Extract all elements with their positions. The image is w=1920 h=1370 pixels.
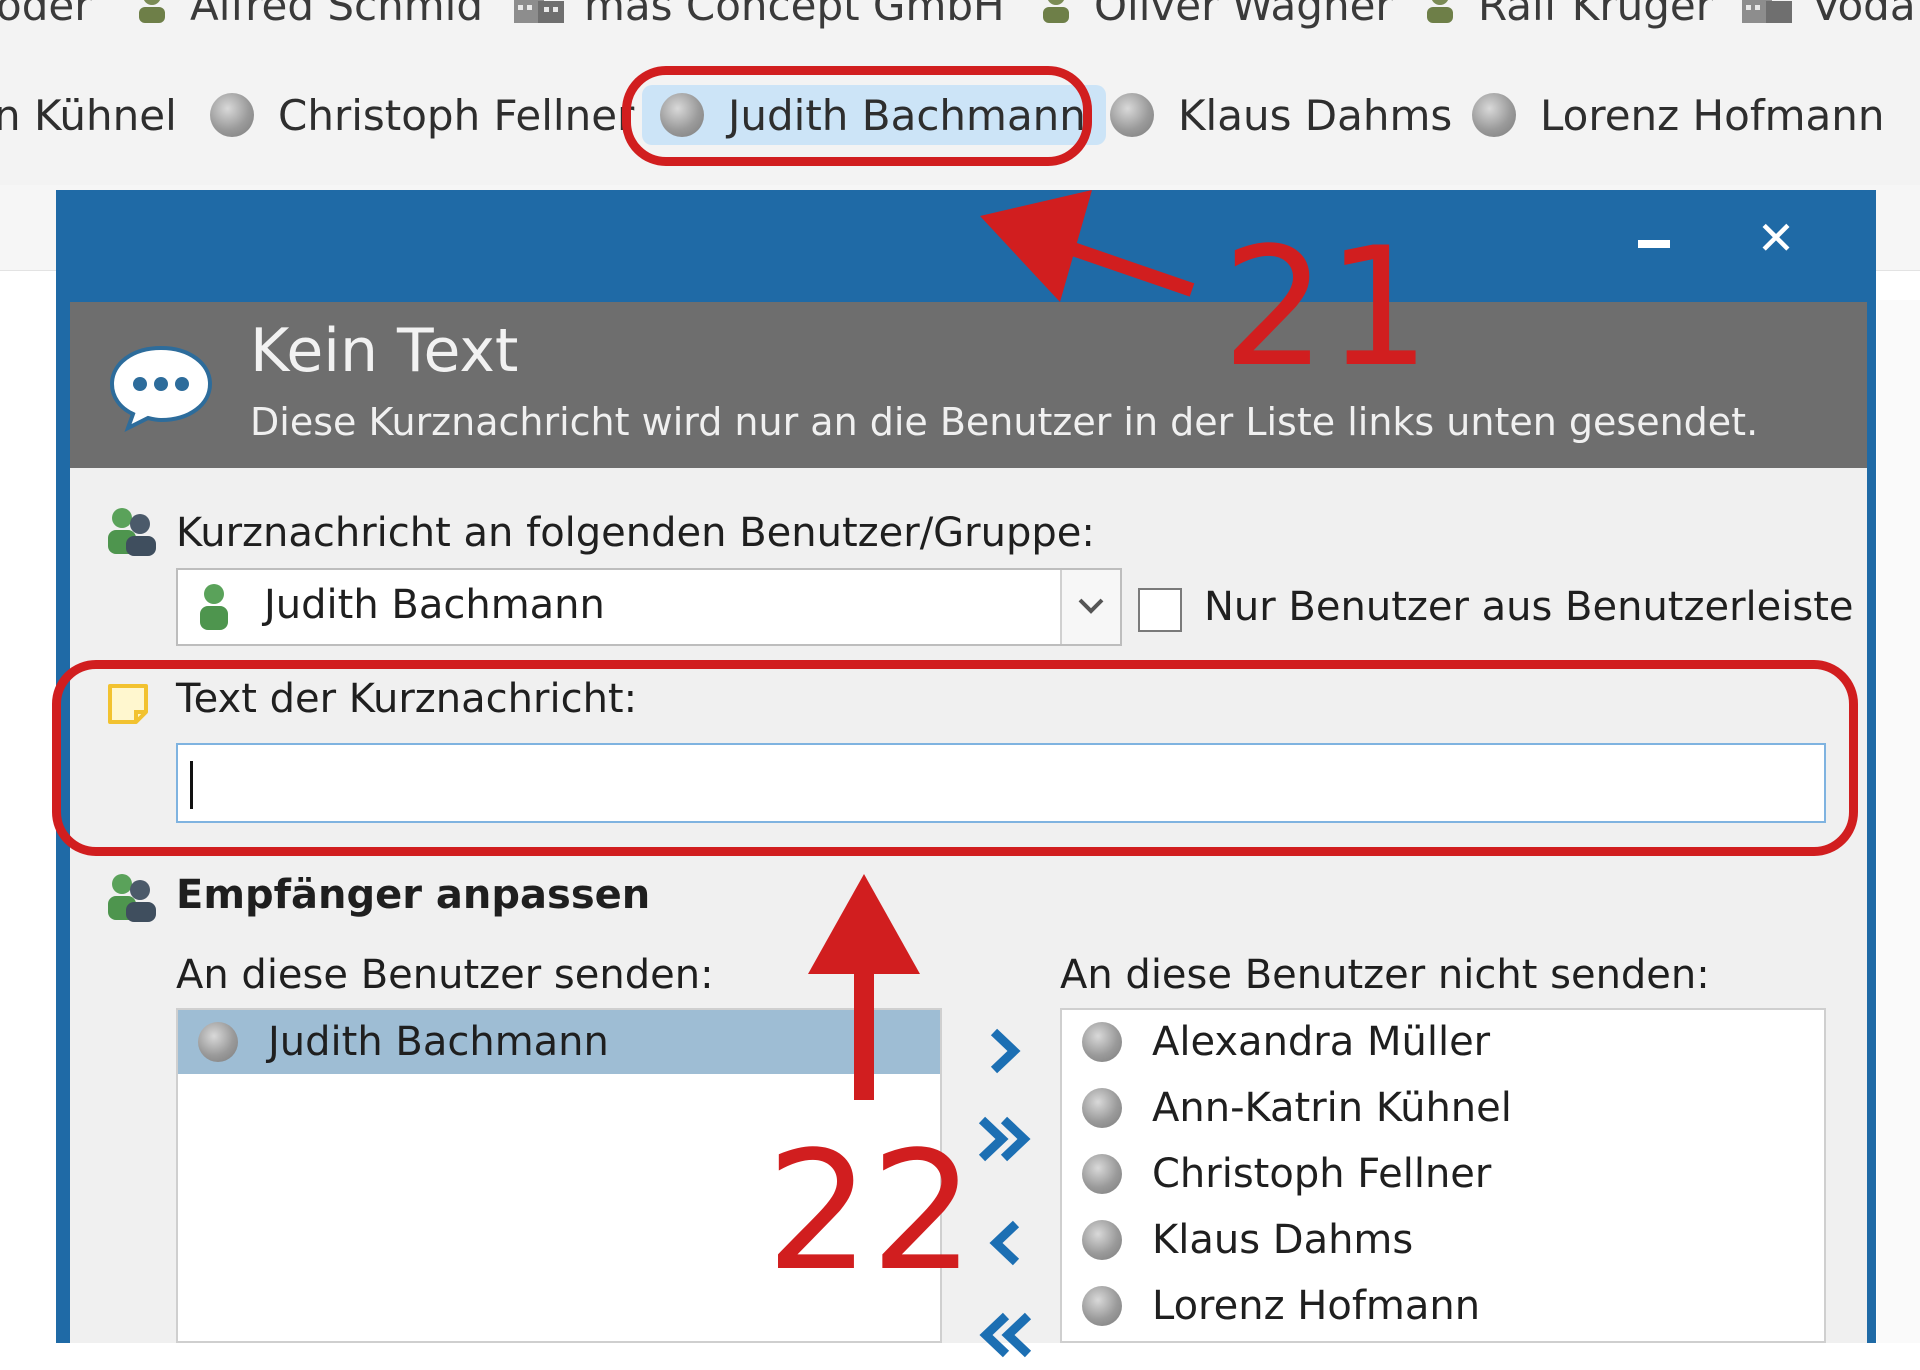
- dropdown-button[interactable]: [1060, 570, 1120, 644]
- list-item[interactable]: Ann-Katrin Kühnel: [1062, 1076, 1512, 1140]
- callout-number-22: 22: [766, 1116, 975, 1307]
- move-left-button[interactable]: [970, 1208, 1040, 1278]
- contact-item[interactable]: mas Concept GmbH: [512, 0, 1005, 30]
- chevron-down-icon: [1078, 598, 1104, 614]
- status-dot-icon: [1082, 1154, 1122, 1194]
- only-userbar-label[interactable]: Nur Benutzer aus Benutzerleiste: [1204, 584, 1854, 630]
- person-icon: [1043, 0, 1069, 23]
- list-item[interactable]: Lorenz Hofmann: [1062, 1274, 1480, 1338]
- building-icon: [1742, 0, 1792, 23]
- status-dot-icon: [210, 93, 254, 137]
- only-userbar-checkbox[interactable]: [1138, 588, 1182, 632]
- user-bar-item[interactable]: Klaus Dahms: [1110, 85, 1452, 145]
- recipient-label: Kurznachricht an folgenden Benutzer/Grup…: [176, 510, 1095, 556]
- person-icon: [1427, 0, 1453, 23]
- move-all-left-button[interactable]: [970, 1300, 1040, 1370]
- close-icon[interactable]: ✕: [1746, 208, 1806, 268]
- dialog-subtitle: Diese Kurznachricht wird nur an die Benu…: [250, 400, 1759, 444]
- highlight-userbar-selection: [622, 66, 1092, 166]
- contact-item[interactable]: Voda: [1740, 0, 1916, 30]
- person-icon: [139, 0, 165, 23]
- contact-item[interactable]: Alfred Schmid: [132, 0, 483, 30]
- status-dot-icon: [1082, 1220, 1122, 1260]
- status-dot-icon: [1082, 1022, 1122, 1062]
- status-dot-icon: [1110, 93, 1154, 137]
- customize-heading: Empfänger anpassen: [176, 872, 651, 918]
- list-item[interactable]: Christoph Fellner: [1062, 1142, 1491, 1206]
- not-send-list[interactable]: Alexandra Müller Ann-Katrin Kühnel Chris…: [1060, 1008, 1826, 1343]
- move-all-right-button[interactable]: [970, 1104, 1040, 1174]
- building-icon: [514, 0, 564, 23]
- callout-arrow-21-icon: [980, 190, 1195, 302]
- status-dot-icon: [1082, 1286, 1122, 1326]
- contact-item[interactable]: Oliver Wagner: [1036, 0, 1393, 30]
- not-send-label: An diese Benutzer nicht senden:: [1060, 952, 1710, 998]
- user-bar-item[interactable]: Lorenz Hofmann: [1472, 85, 1885, 145]
- speech-bubble-icon: [109, 345, 213, 432]
- user-bar-item[interactable]: Christoph Fellner: [210, 85, 634, 145]
- dialog-title: Kein Text: [250, 316, 519, 386]
- minimize-icon[interactable]: [1638, 238, 1670, 250]
- highlight-message-field: [52, 660, 1858, 856]
- send-to-label: An diese Benutzer senden:: [176, 952, 714, 998]
- recipient-combobox[interactable]: Judith Bachmann: [176, 568, 1122, 646]
- background-window-edge: [1877, 300, 1920, 1343]
- status-dot-icon: [1472, 93, 1516, 137]
- list-item[interactable]: Klaus Dahms: [1062, 1208, 1413, 1272]
- recipient-value: Judith Bachmann: [264, 582, 605, 628]
- list-item[interactable]: Alexandra Müller: [1062, 1010, 1490, 1074]
- contact-item[interactable]: Ralf Krüger: [1420, 0, 1713, 30]
- top-contact-bar: oder Alfred Schmid mas Concept GmbH Oliv…: [0, 0, 1920, 45]
- move-right-button[interactable]: [970, 1016, 1040, 1086]
- status-dot-icon: [1082, 1088, 1122, 1128]
- contact-item[interactable]: oder: [0, 0, 91, 30]
- users-group-icon: [108, 508, 156, 556]
- callout-number-21: 21: [1222, 212, 1431, 403]
- user-bar-item[interactable]: n Kühnel: [0, 85, 177, 145]
- callout-arrow-22-icon: [808, 874, 920, 1100]
- person-icon: [200, 584, 228, 630]
- status-dot-icon: [198, 1022, 238, 1062]
- users-group-icon: [108, 874, 156, 922]
